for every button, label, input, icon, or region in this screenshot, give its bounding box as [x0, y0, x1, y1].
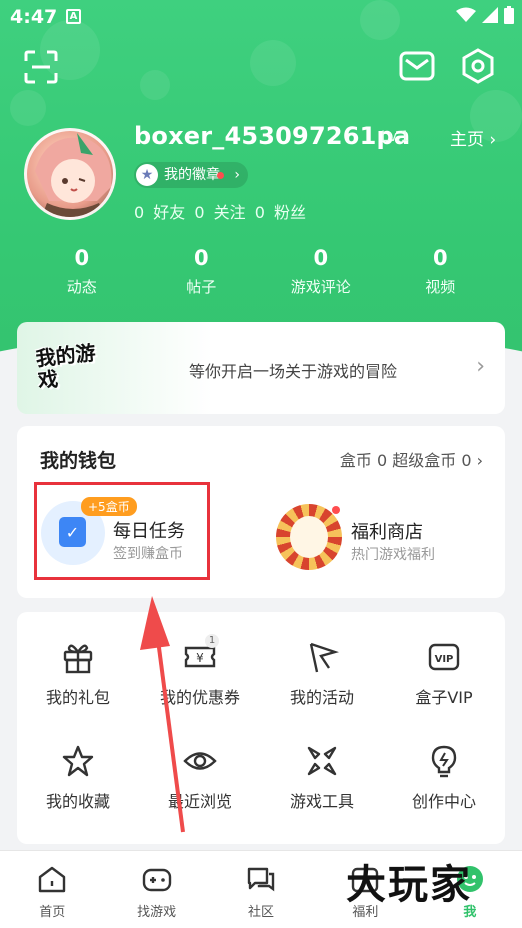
tool-my-favorites[interactable]: 我的收藏: [17, 744, 139, 812]
status-time: 4:47: [10, 6, 58, 28]
home-icon: [39, 866, 66, 893]
red-dot-indicator: [332, 506, 340, 514]
tool-label: 创作中心: [411, 792, 476, 811]
gamepad-icon: [142, 868, 171, 892]
signal-icon: [482, 7, 498, 23]
nav-label: 找游戏: [137, 905, 177, 920]
mail-icon[interactable]: [399, 51, 435, 81]
welfare-shop-icon[interactable]: [276, 504, 342, 570]
battery-icon: [504, 6, 514, 24]
tools-icon: [307, 746, 337, 776]
tool-label: 我的活动: [289, 688, 354, 707]
tool-label: 我的收藏: [45, 792, 110, 811]
flag-icon: [309, 642, 339, 673]
stat-videos[interactable]: 0 视频: [381, 246, 501, 297]
tool-label: 盒子VIP: [415, 688, 473, 707]
stat-label: 游戏评论: [290, 278, 351, 296]
coin-bonus-badge: +5盒币: [81, 497, 137, 516]
stat-number: 0: [193, 246, 209, 270]
stat-posts-dynamic[interactable]: 0 动态: [22, 246, 142, 297]
svg-text:¥: ¥: [196, 651, 204, 665]
tool-my-activities[interactable]: 我的活动: [261, 640, 383, 708]
tool-my-gifts[interactable]: 我的礼包: [17, 640, 139, 708]
tools-grid: 我的礼包 ¥ 1 我的优惠券 我的活动 VIP 盒子VIP 我的收藏 最近浏览 …: [17, 634, 505, 812]
nav-find-games[interactable]: 找游戏: [104, 851, 208, 928]
vip-icon: VIP: [428, 643, 460, 671]
coupon-count-badge: 1: [205, 634, 219, 648]
tool-recent-views[interactable]: 最近浏览: [139, 744, 261, 812]
bulb-icon: [431, 745, 457, 778]
badge-star-icon: ★: [136, 164, 158, 186]
stat-number: 0: [74, 246, 90, 270]
calendar-check-icon: ✓: [59, 517, 86, 547]
star-icon: [62, 745, 94, 777]
wallet-coins-link[interactable]: 盒币 0 超级盒币 0 ›: [340, 447, 483, 471]
tool-label: 我的优惠券: [159, 688, 240, 707]
level-label: Lv.1: [381, 129, 410, 145]
svg-text:VIP: VIP: [435, 654, 454, 665]
stat-game-reviews[interactable]: 0 游戏评论: [261, 246, 381, 297]
notification-icon: A: [66, 9, 81, 24]
settings-icon[interactable]: [460, 48, 496, 84]
eye-icon: [183, 752, 217, 770]
stat-label: 帖子: [186, 278, 217, 296]
wallet-card: 我的钱包 盒币 0 超级盒币 0 › ✓ +5盒币 每日任务 签到赚盒币 福利商…: [17, 426, 505, 598]
chevron-right-icon: ›: [476, 354, 485, 379]
tools-card: 我的礼包 ¥ 1 我的优惠券 我的活动 VIP 盒子VIP 我的收藏 最近浏览 …: [17, 612, 505, 844]
daily-task-button[interactable]: ✓ +5盒币 每日任务 签到赚盒币: [34, 482, 210, 580]
my-games-banner[interactable]: 我的游戏 等你开启一场关于游戏的冒险 ›: [17, 322, 505, 414]
nav-label: 社区: [248, 905, 275, 920]
welfare-shop-title[interactable]: 福利商店: [351, 518, 423, 544]
stats-row: 0 动态 0 帖子 0 游戏评论 0 视频: [22, 246, 500, 297]
wallet-title: 我的钱包: [40, 450, 117, 472]
badge-button[interactable]: ★ 我的徽章 ›: [134, 162, 248, 188]
my-games-banner-text: 等你开启一场关于游戏的冒险: [189, 362, 398, 381]
daily-task-title: 每日任务: [113, 521, 185, 542]
chat-icon: [247, 867, 275, 892]
wifi-icon: [456, 7, 476, 22]
scan-icon[interactable]: [24, 50, 58, 84]
status-bar: 4:47 A: [0, 0, 522, 36]
daily-task-subtitle: 签到赚盒币: [113, 546, 183, 562]
my-games-logo: 我的游戏: [34, 340, 97, 393]
badge-red-dot: [217, 172, 224, 179]
gift-icon: [63, 644, 93, 674]
tool-label: 我的礼包: [45, 688, 110, 707]
nav-community[interactable]: 社区: [209, 851, 313, 928]
nav-label: 首页: [39, 905, 66, 920]
chevron-right-icon: ›: [234, 167, 240, 183]
welfare-shop-subtitle: 热门游戏福利: [351, 547, 435, 563]
stat-number: 0: [313, 246, 329, 270]
stat-threads[interactable]: 0 帖子: [142, 246, 262, 297]
tool-vip[interactable]: VIP 盒子VIP: [383, 640, 505, 708]
badge-label: 我的徽章: [164, 167, 220, 183]
stat-label: 视频: [425, 278, 456, 296]
stat-label: 动态: [66, 278, 97, 296]
watermark-logo: 大玩家: [346, 861, 472, 908]
social-counts[interactable]: 0 好友 0 关注 0 粉丝: [134, 199, 306, 223]
tool-label: 游戏工具: [289, 792, 354, 811]
tool-my-coupons[interactable]: ¥ 1 我的优惠券: [139, 634, 261, 708]
tool-creator-center[interactable]: 创作中心: [383, 744, 505, 812]
username: boxer_453097261pa: [134, 122, 411, 150]
stat-number: 0: [432, 246, 448, 270]
tool-label: 最近浏览: [167, 792, 232, 811]
tool-game-tools[interactable]: 游戏工具: [261, 744, 383, 812]
mascot-face: [290, 516, 328, 558]
avatar[interactable]: [24, 128, 116, 220]
nav-home[interactable]: 首页: [0, 851, 104, 928]
homepage-link[interactable]: 主页 ›: [450, 125, 496, 150]
